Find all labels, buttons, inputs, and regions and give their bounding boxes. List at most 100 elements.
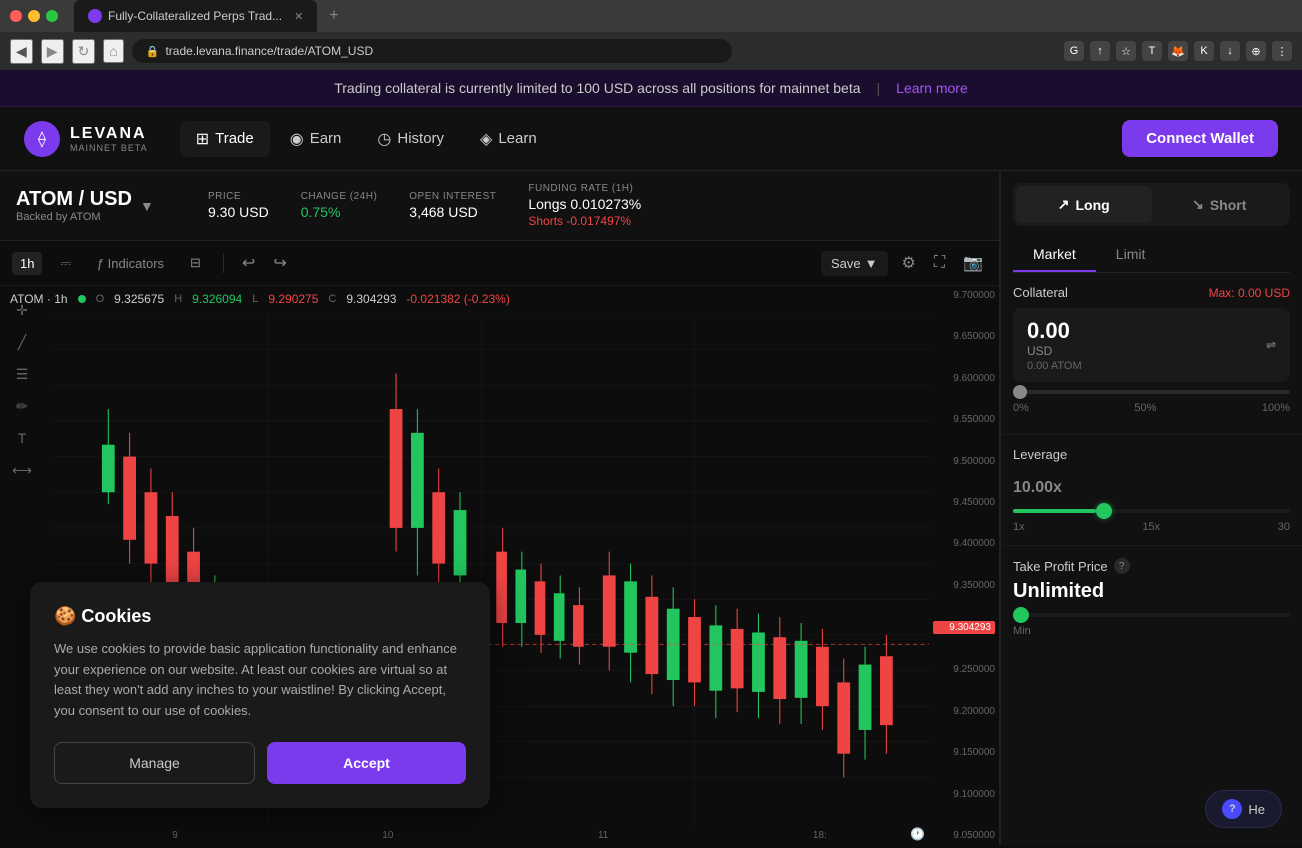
cookie-accept-button[interactable]: Accept [267, 742, 466, 784]
collateral-usd-label: USD [1027, 344, 1276, 358]
market-tab[interactable]: Market [1013, 238, 1096, 272]
chart-close-label: C [328, 293, 336, 305]
position-toggle: ↗ Long ↘ Short [1013, 183, 1290, 226]
browser-tabs: Fully-Collateralized Perps Trad... ✕ + [0, 0, 1302, 32]
nav-history[interactable]: ◷ History [361, 121, 460, 157]
slider-label-100: 100% [1262, 402, 1290, 414]
tab-close-icon[interactable]: ✕ [294, 10, 303, 23]
swap-icon: ⇌ [1266, 338, 1276, 352]
short-button[interactable]: ↘ Short [1152, 186, 1288, 223]
leverage-label-15x: 15x [1142, 521, 1160, 533]
collateral-label: Collateral [1013, 285, 1068, 300]
price-tick-5: 9.500000 [933, 456, 995, 467]
share-icon[interactable]: ↑ [1090, 41, 1110, 61]
market-pair-chevron[interactable]: ▼ [140, 198, 154, 214]
text-tool[interactable]: T [8, 424, 36, 452]
fullscreen-btn[interactable]: ⛶ [930, 250, 949, 276]
keplr-icon[interactable]: K [1194, 41, 1214, 61]
nav-trade[interactable]: ⊞ Trade [180, 121, 270, 157]
leverage-slider-fill [1013, 509, 1096, 513]
redo-btn[interactable]: ↪ [269, 249, 290, 277]
url-text: trade.levana.finance/trade/ATOM_USD [165, 44, 373, 58]
price-value: 9.30 USD [208, 204, 269, 220]
collateral-slider-thumb[interactable] [1013, 385, 1027, 399]
ext4-icon[interactable]: ↓ [1220, 41, 1240, 61]
collateral-slider-track[interactable] [1013, 390, 1290, 394]
long-trend-icon: ↗ [1058, 196, 1070, 213]
google-icon[interactable]: G [1064, 41, 1084, 61]
current-price-tick: 9.304293 [933, 621, 995, 634]
lines-tool[interactable]: ☰ [8, 360, 36, 388]
price-tick-9: 9.250000 [933, 664, 995, 675]
trend-line-tool[interactable]: ╱ [8, 328, 36, 356]
collateral-slider-container: 0% 50% 100% [1013, 390, 1290, 422]
long-button[interactable]: ↗ Long [1016, 186, 1152, 223]
leverage-slider-thumb[interactable] [1096, 503, 1112, 519]
long-label: Long [1076, 197, 1110, 213]
maximize-dot[interactable] [46, 10, 58, 22]
timeframe-1h[interactable]: 1h [12, 252, 42, 275]
crosshair-tool[interactable]: ✛ [8, 296, 36, 324]
learn-more-link[interactable]: Learn more [896, 80, 968, 96]
minimize-dot[interactable] [28, 10, 40, 22]
new-tab-button[interactable]: + [323, 7, 344, 25]
leverage-label-1x: 1x [1013, 521, 1025, 533]
market-info-bar: ATOM / USD Backed by ATOM ▼ PRICE 9.30 U… [0, 171, 999, 241]
metamask-icon[interactable]: 🦊 [1168, 41, 1188, 61]
close-dot[interactable] [10, 10, 22, 22]
save-btn[interactable]: Save ▼ [821, 251, 888, 276]
collateral-input-area[interactable]: 0.00 USD 0.00 ATOM ⇌ [1013, 308, 1290, 382]
take-profit-slider-thumb[interactable] [1013, 607, 1029, 623]
measure-tool[interactable]: ⟷ [8, 456, 36, 484]
collateral-token-swap[interactable]: ⇌ [1266, 338, 1276, 352]
address-bar[interactable]: 🔒 trade.levana.finance/trade/ATOM_USD [132, 39, 732, 63]
nav-learn[interactable]: ◈ Learn [464, 121, 553, 157]
take-profit-slider-track[interactable] [1013, 613, 1290, 617]
slider-label-50: 50% [1134, 402, 1156, 414]
take-profit-help-icon[interactable]: ? [1114, 558, 1130, 574]
oi-value: 3,468 USD [409, 204, 496, 220]
price-tick-4: 9.550000 [933, 414, 995, 425]
puzzle-icon[interactable]: ⊕ [1246, 41, 1266, 61]
market-stat-funding: FUNDING RATE (1H) Longs 0.010273% Shorts… [528, 183, 641, 228]
help-label: He [1248, 802, 1265, 817]
nav-history-label: History [397, 130, 444, 147]
help-bubble[interactable]: ? He [1205, 790, 1282, 828]
screenshot-btn[interactable]: 📷 [959, 249, 987, 277]
indicators-btn[interactable]: ƒ Indicators [89, 252, 172, 275]
take-profit-labels: Min [1013, 625, 1290, 637]
pen-tool[interactable]: ✏ [8, 392, 36, 420]
bookmark-icon[interactable]: ☆ [1116, 41, 1136, 61]
home-button[interactable]: ⌂ [103, 39, 123, 63]
chart-layout-btn[interactable]: ⊟ [182, 251, 209, 275]
chart-type-candles[interactable]: ⎓ [52, 251, 78, 275]
banner-text: Trading collateral is currently limited … [334, 80, 860, 96]
logo: ⟠ LEVANA MAINNET BETA [24, 121, 148, 157]
cookie-manage-button[interactable]: Manage [54, 742, 255, 784]
menu-icon[interactable]: ⋮ [1272, 41, 1292, 61]
learn-icon: ◈ [480, 129, 492, 149]
translate-icon[interactable]: T [1142, 41, 1162, 61]
chart-high-value: 9.326094 [192, 292, 242, 306]
toolbar-divider [223, 253, 224, 273]
collateral-max-label: Max: [1209, 286, 1238, 300]
refresh-button[interactable]: ↻ [72, 39, 96, 64]
trade-icon: ⊞ [196, 129, 209, 149]
cookie-banner: 🍪 Cookies We use cookies to provide basi… [30, 582, 490, 808]
limit-tab[interactable]: Limit [1096, 238, 1166, 272]
settings-btn[interactable]: ⚙ [898, 249, 920, 277]
connect-wallet-button[interactable]: Connect Wallet [1122, 120, 1278, 157]
undo-btn[interactable]: ↩ [238, 249, 259, 277]
save-chevron: ▼ [865, 256, 878, 271]
nav-earn[interactable]: ◉ Earn [274, 121, 358, 157]
forward-button[interactable]: ▶ [41, 39, 64, 64]
short-label: Short [1210, 197, 1247, 213]
leverage-slider-track[interactable] [1013, 509, 1290, 513]
active-tab[interactable]: Fully-Collateralized Perps Trad... ✕ [74, 0, 317, 32]
back-button[interactable]: ◀ [10, 39, 33, 64]
banner: Trading collateral is currently limited … [0, 70, 1302, 107]
chart-low-value: 9.290275 [268, 292, 318, 306]
leverage-label: Leverage [1013, 447, 1290, 462]
price-tick-10: 9.200000 [933, 706, 995, 717]
time-zoom-btn[interactable]: 🕐 [906, 823, 929, 845]
